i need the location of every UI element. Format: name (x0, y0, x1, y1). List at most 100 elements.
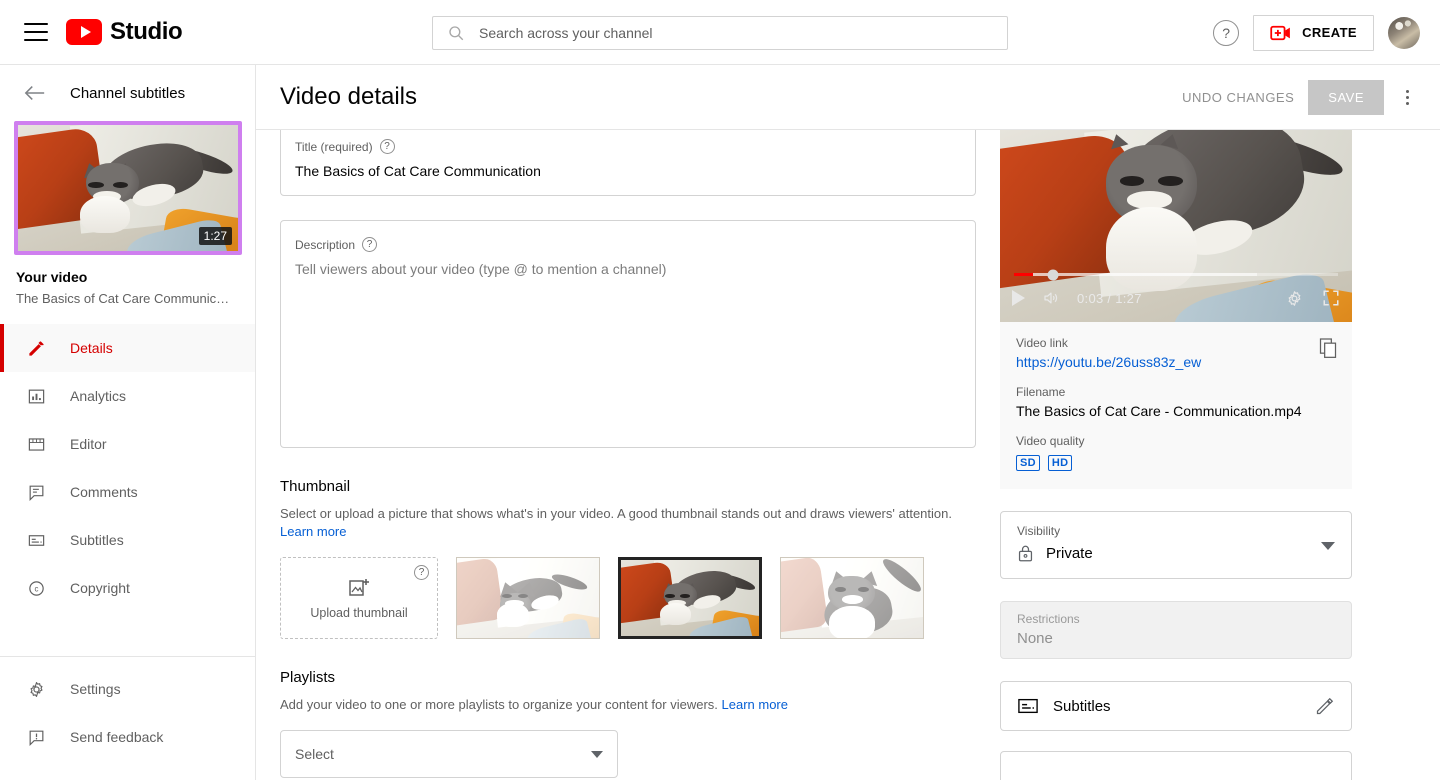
description-field[interactable]: Description ? Tell viewers about your vi… (280, 220, 976, 448)
copyright-icon: c (24, 576, 48, 600)
help-icon[interactable]: ? (1213, 20, 1239, 46)
sidebar-video-meta: Your video The Basics of Cat Care Commun… (0, 255, 255, 322)
visibility-card[interactable]: Visibility Private (1000, 511, 1352, 579)
description-placeholder: Tell viewers about your video (type @ to… (295, 261, 961, 277)
details-form: Title (required) ? The Basics of Cat Car… (280, 130, 976, 780)
question-icon[interactable]: ? (362, 237, 377, 252)
quality-badge-hd: HD (1048, 455, 1073, 471)
sidebar-video-thumbnail[interactable]: 1:27 (14, 121, 242, 255)
sidebar-item-subtitles[interactable]: Subtitles (0, 516, 255, 564)
thumbnail-learn-more-link[interactable]: Learn more (280, 524, 346, 539)
thumbnail-option-3[interactable] (780, 557, 924, 639)
bar-chart-icon (24, 384, 48, 408)
video-quality-row: Video quality SD HD (1016, 434, 1336, 471)
sidebar-video-subtitle: The Basics of Cat Care Communicat… (16, 291, 234, 306)
sidebar-item-label: Details (70, 340, 113, 356)
subtitles-icon (24, 528, 48, 552)
undo-changes-button[interactable]: UNDO CHANGES (1168, 80, 1308, 115)
right-panel: 0:03 / 1:27 (976, 130, 1352, 780)
thumbnail-option-1[interactable] (456, 557, 600, 639)
title-field[interactable]: Title (required) ? The Basics of Cat Car… (280, 130, 976, 196)
quality-badge-sd: SD (1016, 455, 1040, 471)
subtitles-icon (1017, 696, 1039, 716)
comment-icon (24, 480, 48, 504)
sidebar-item-settings[interactable]: Settings (0, 665, 255, 713)
playlists-select-value: Select (295, 746, 334, 762)
chevron-down-icon (591, 751, 603, 758)
gear-icon[interactable] (1285, 289, 1304, 308)
sidebar-item-label: Settings (70, 681, 121, 697)
video-preview-card: 0:03 / 1:27 (1000, 130, 1352, 489)
sidebar-item-label: Comments (70, 484, 138, 500)
cat-photo (781, 558, 923, 638)
upload-thumbnail-button[interactable]: ? Upload thumbnail (280, 557, 438, 639)
studio-brand[interactable]: Studio (66, 18, 182, 46)
youtube-studio-window: Studio ? CREATE (0, 0, 1440, 780)
pencil-edit-icon[interactable] (1315, 696, 1335, 716)
filename-label: Filename (1016, 385, 1336, 399)
search-input[interactable] (479, 25, 1007, 41)
search-bar[interactable] (432, 16, 1008, 50)
sidebar-item-analytics[interactable]: Analytics (0, 372, 255, 420)
question-icon[interactable]: ? (380, 139, 395, 154)
sidebar-bottom-nav: Settings Send feedback (0, 657, 255, 761)
more-vertical-icon[interactable] (1390, 80, 1424, 114)
sidebar-item-label: Copyright (70, 580, 130, 596)
playlists-learn-more-link[interactable]: Learn more (722, 697, 788, 712)
back-arrow-icon[interactable] (24, 84, 46, 102)
player-progress-bar[interactable] (1014, 273, 1338, 276)
sidebar-item-label: Analytics (70, 388, 126, 404)
subtitles-card[interactable]: Subtitles (1000, 681, 1352, 731)
save-button[interactable]: SAVE (1308, 80, 1384, 115)
sidebar-nav: Details Analytics (0, 324, 255, 761)
feedback-icon (24, 725, 48, 749)
play-icon[interactable] (1012, 290, 1025, 306)
description-field-label: Description ? (295, 237, 961, 252)
hamburger-icon[interactable] (24, 23, 48, 41)
sidebar-title: Channel subtitles (70, 85, 185, 102)
sidebar-item-label: Send feedback (70, 729, 163, 745)
playlists-description: Add your video to one or more playlists … (280, 696, 976, 714)
top-bar: Studio ? CREATE (0, 0, 1440, 65)
video-link-label: Video link (1016, 336, 1336, 350)
chevron-down-icon[interactable] (1321, 542, 1335, 550)
restrictions-value: None (1017, 630, 1335, 647)
upload-thumbnail-label: Upload thumbnail (310, 606, 407, 620)
title-label-text: Title (required) (295, 140, 373, 154)
thumbnail-description-text: Select or upload a picture that shows wh… (280, 506, 952, 521)
sidebar-item-label: Subtitles (70, 532, 124, 548)
brand-label: Studio (110, 18, 182, 46)
thumbnail-options-row: ? Upload thumbnail (280, 557, 976, 639)
volume-icon[interactable] (1041, 289, 1061, 307)
fullscreen-icon[interactable] (1322, 289, 1340, 307)
visibility-value-row: Private (1017, 544, 1335, 563)
main-content: Title (required) ? The Basics of Cat Car… (256, 130, 1440, 780)
video-quality-label: Video quality (1016, 434, 1336, 448)
create-button[interactable]: CREATE (1253, 15, 1374, 51)
pencil-icon (24, 336, 48, 360)
sidebar-item-copyright[interactable]: c Copyright (0, 564, 255, 612)
copy-icon[interactable] (1318, 338, 1338, 360)
page-title: Video details (280, 83, 417, 111)
description-label-text: Description (295, 238, 355, 252)
question-icon[interactable]: ? (414, 565, 429, 580)
thumbnail-option-2[interactable] (618, 557, 762, 639)
video-info: Video link https://youtu.be/26uss83z_ew … (1000, 322, 1352, 489)
next-card-stub[interactable] (1000, 751, 1352, 780)
video-duration-badge: 1:27 (199, 227, 232, 245)
sidebar-item-send-feedback[interactable]: Send feedback (0, 713, 255, 761)
search-icon (447, 24, 465, 42)
sidebar-item-comments[interactable]: Comments (0, 468, 255, 516)
progress-knob[interactable] (1047, 269, 1058, 280)
video-player[interactable]: 0:03 / 1:27 (1000, 130, 1352, 322)
sidebar-item-details[interactable]: Details (0, 324, 255, 372)
visibility-label: Visibility (1017, 524, 1335, 538)
sidebar-item-editor[interactable]: Editor (0, 420, 255, 468)
video-quality-badges: SD HD (1016, 455, 1336, 471)
avatar[interactable] (1388, 17, 1420, 49)
gear-icon (24, 677, 48, 701)
cat-photo (621, 560, 759, 636)
playlists-select[interactable]: Select (280, 730, 618, 778)
video-link-value[interactable]: https://youtu.be/26uss83z_ew (1016, 354, 1336, 370)
youtube-logo-icon (66, 19, 102, 45)
